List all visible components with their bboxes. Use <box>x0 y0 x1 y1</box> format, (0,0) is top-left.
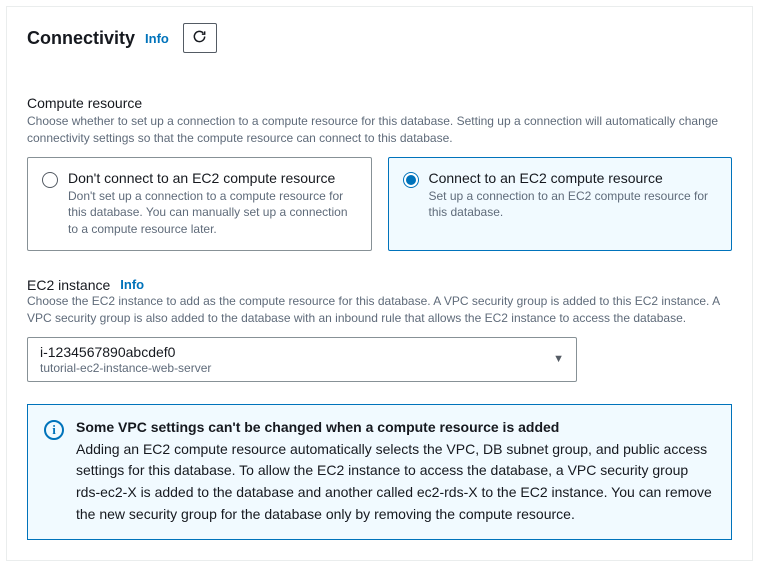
ec2-instance-label: EC2 instance <box>27 277 110 293</box>
select-value: i-1234567890abcdef0 <box>40 344 211 360</box>
refresh-icon <box>192 29 207 47</box>
info-box-title: Some VPC settings can't be changed when … <box>76 419 715 435</box>
option-title: Don't connect to an EC2 compute resource <box>68 170 357 186</box>
panel-header: Connectivity Info <box>7 7 752 69</box>
select-text: i-1234567890abcdef0 tutorial-ec2-instanc… <box>40 344 211 375</box>
ec2-instance-label-row: EC2 instance Info <box>27 277 732 293</box>
panel-body: Compute resource Choose whether to set u… <box>7 95 752 560</box>
info-box-body: Adding an EC2 compute resource automatic… <box>76 439 715 526</box>
ec2-instance-select[interactable]: i-1234567890abcdef0 tutorial-ec2-instanc… <box>27 337 577 382</box>
option-dont-connect[interactable]: Don't connect to an EC2 compute resource… <box>27 157 372 251</box>
radio-icon <box>403 172 419 188</box>
refresh-button[interactable] <box>183 23 217 53</box>
panel-title: Connectivity <box>27 28 135 49</box>
header-info-link[interactable]: Info <box>145 31 169 46</box>
radio-icon <box>42 172 58 188</box>
compute-resource-label: Compute resource <box>27 95 732 111</box>
ec2-instance-info-link[interactable]: Info <box>120 277 144 292</box>
option-title: Connect to an EC2 compute resource <box>429 170 718 186</box>
select-subtext: tutorial-ec2-instance-web-server <box>40 361 211 375</box>
vpc-info-box: i Some VPC settings can't be changed whe… <box>27 404 732 541</box>
compute-resource-options: Don't connect to an EC2 compute resource… <box>27 157 732 251</box>
option-connect[interactable]: Connect to an EC2 compute resource Set u… <box>388 157 733 251</box>
connectivity-panel: Connectivity Info Compute resource Choos… <box>6 6 753 561</box>
ec2-instance-desc: Choose the EC2 instance to add as the co… <box>27 293 732 327</box>
info-icon: i <box>44 420 64 440</box>
compute-resource-desc: Choose whether to set up a connection to… <box>27 113 732 147</box>
option-desc: Don't set up a connection to a compute r… <box>68 188 357 238</box>
option-desc: Set up a connection to an EC2 compute re… <box>429 188 718 222</box>
chevron-down-icon: ▼ <box>553 353 564 365</box>
